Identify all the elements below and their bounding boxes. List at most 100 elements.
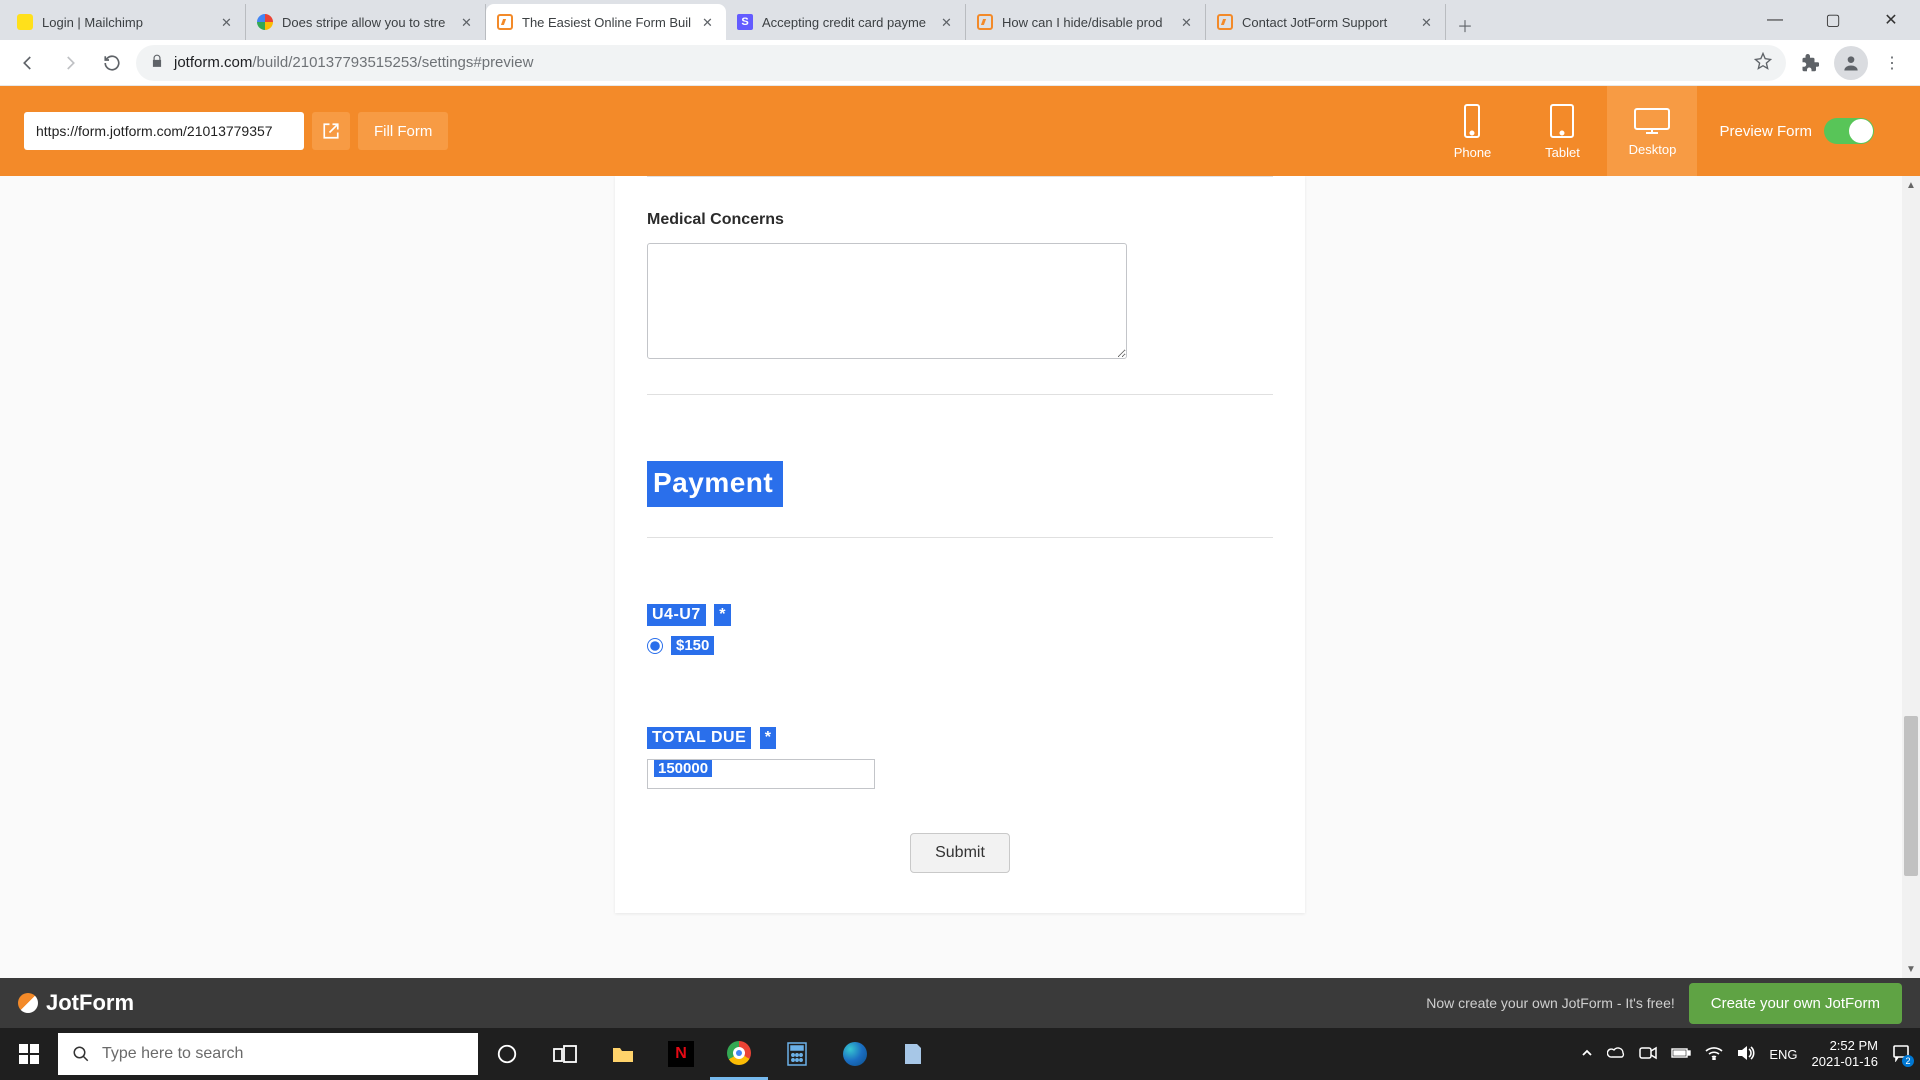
preview-toggle[interactable] (1824, 118, 1874, 144)
tab-label: How can I hide/disable prod (1002, 15, 1173, 30)
phone-icon (1459, 103, 1485, 139)
close-window-button[interactable]: ✕ (1862, 0, 1920, 40)
chrome-button[interactable] (710, 1028, 768, 1080)
preview-form-label: Preview Form (1719, 123, 1812, 140)
tray-overflow-icon[interactable] (1581, 1047, 1593, 1062)
form-url-box[interactable]: https://form.jotform.com/21013779357 (24, 112, 304, 150)
device-desktop-button[interactable]: Desktop (1607, 86, 1697, 176)
tab-mailchimp[interactable]: Login | Mailchimp ✕ (6, 4, 246, 40)
device-tablet-button[interactable]: Tablet (1517, 86, 1607, 176)
maximize-button[interactable]: ▢ (1804, 0, 1862, 40)
profile-button[interactable] (1834, 46, 1868, 80)
new-tab-button[interactable]: ＋ (1450, 10, 1480, 40)
search-icon (72, 1045, 90, 1063)
close-icon[interactable]: ✕ (1421, 15, 1435, 29)
notepad-button[interactable] (884, 1028, 942, 1080)
device-label: Phone (1454, 145, 1492, 160)
tab-label: The Easiest Online Form Buil (522, 15, 694, 30)
reload-button[interactable] (94, 45, 130, 81)
scroll-down-arrow[interactable]: ▼ (1902, 960, 1920, 978)
action-center-icon[interactable] (1892, 1044, 1910, 1065)
preview-form-toggle-group: Preview Form (1697, 118, 1896, 144)
tab-stripe[interactable]: S Accepting credit card payme ✕ (726, 4, 966, 40)
cortana-button[interactable] (478, 1028, 536, 1080)
google-icon (256, 13, 274, 31)
start-button[interactable] (0, 1028, 58, 1080)
u4u7-label: U4-U7 (647, 604, 706, 626)
close-icon[interactable]: ✕ (702, 15, 716, 29)
back-button[interactable] (10, 45, 46, 81)
taskbar-search[interactable]: Type here to search (58, 1033, 478, 1075)
total-due-input[interactable]: 150000 (647, 759, 875, 789)
tab-jotform-support[interactable]: Contact JotForm Support ✕ (1206, 4, 1446, 40)
jotform-footer: JotForm Now create your own JotForm - It… (0, 978, 1920, 1028)
fill-form-button[interactable]: Fill Form (358, 112, 448, 150)
close-icon[interactable]: ✕ (461, 15, 475, 29)
clock-date: 2021-01-16 (1812, 1054, 1879, 1070)
volume-icon[interactable] (1737, 1045, 1755, 1064)
u4u7-radio[interactable] (647, 638, 663, 654)
browser-tabs: Login | Mailchimp ✕ Does stripe allow yo… (0, 0, 1480, 40)
tab-jotform-hide[interactable]: How can I hide/disable prod ✕ (966, 4, 1206, 40)
scrollbar-thumb[interactable] (1904, 716, 1918, 876)
required-asterisk: * (760, 727, 777, 749)
open-in-new-button[interactable] (312, 112, 350, 150)
minimize-button[interactable]: — (1746, 0, 1804, 40)
device-phone-button[interactable]: Phone (1427, 86, 1517, 176)
u4u7-price: $150 (671, 636, 714, 655)
task-view-button[interactable] (536, 1028, 594, 1080)
tab-label: Login | Mailchimp (42, 15, 213, 30)
onedrive-icon[interactable] (1607, 1046, 1625, 1063)
close-icon[interactable]: ✕ (221, 15, 235, 29)
clock[interactable]: 2:52 PM 2021-01-16 (1812, 1038, 1879, 1069)
divider (647, 394, 1273, 395)
browser-toolbar: jotform.com/build/210137793515253/settin… (0, 40, 1920, 86)
jotform-icon (1216, 13, 1234, 31)
device-label: Tablet (1545, 145, 1580, 160)
total-due-value: 150000 (654, 760, 712, 777)
jotform-preview-bar: https://form.jotform.com/21013779357 Fil… (0, 86, 1920, 176)
tab-label: Accepting credit card payme (762, 15, 933, 30)
scrollbar-track[interactable]: ▲ ▼ (1902, 176, 1920, 978)
create-your-own-button[interactable]: Create your own JotForm (1689, 983, 1902, 1024)
close-icon[interactable]: ✕ (1181, 15, 1195, 29)
window-controls: — ▢ ✕ (1746, 0, 1920, 40)
medical-concerns-label: Medical Concerns (647, 211, 1273, 229)
battery-icon[interactable] (1671, 1047, 1691, 1062)
close-icon[interactable]: ✕ (941, 15, 955, 29)
jotform-icon (496, 13, 514, 31)
bookmark-icon[interactable] (1754, 52, 1772, 74)
required-asterisk: * (714, 604, 731, 626)
device-switcher: Phone Tablet Desktop (1427, 86, 1697, 176)
jotform-logo-text: JotForm (46, 990, 134, 1016)
windows-taskbar: Type here to search N (0, 1028, 1920, 1080)
wifi-icon[interactable] (1705, 1046, 1723, 1063)
tab-jotform-builder[interactable]: The Easiest Online Form Buil ✕ (486, 4, 726, 40)
calculator-button[interactable] (768, 1028, 826, 1080)
forward-button[interactable] (52, 45, 88, 81)
divider (647, 176, 1273, 177)
language-indicator[interactable]: ENG (1769, 1047, 1797, 1062)
content-area: ▲ ▼ Medical Concerns Payment U4-U7 * $15… (0, 176, 1920, 978)
payment-heading: Payment (647, 461, 783, 507)
desktop-icon (1632, 106, 1672, 136)
chrome-menu-button[interactable]: ⋮ (1874, 45, 1910, 81)
scroll-up-arrow[interactable]: ▲ (1902, 176, 1920, 194)
jotform-icon (976, 13, 994, 31)
u4u7-radio-row[interactable]: $150 (647, 636, 1273, 655)
file-explorer-button[interactable] (594, 1028, 652, 1080)
address-bar[interactable]: jotform.com/build/210137793515253/settin… (136, 45, 1786, 81)
netflix-button[interactable]: N (652, 1028, 710, 1080)
meet-now-icon[interactable] (1639, 1046, 1657, 1063)
tab-google[interactable]: Does stripe allow you to stre ✕ (246, 4, 486, 40)
edge-button[interactable] (826, 1028, 884, 1080)
submit-button[interactable]: Submit (910, 833, 1010, 873)
form-card: Medical Concerns Payment U4-U7 * $150 TO… (615, 176, 1305, 913)
stripe-icon: S (736, 13, 754, 31)
medical-concerns-textarea[interactable] (647, 243, 1127, 359)
tablet-icon (1547, 103, 1577, 139)
jotform-logo[interactable]: JotForm (18, 990, 134, 1016)
extensions-button[interactable] (1792, 45, 1828, 81)
tab-label: Does stripe allow you to stre (282, 15, 453, 30)
lock-icon (150, 54, 164, 72)
